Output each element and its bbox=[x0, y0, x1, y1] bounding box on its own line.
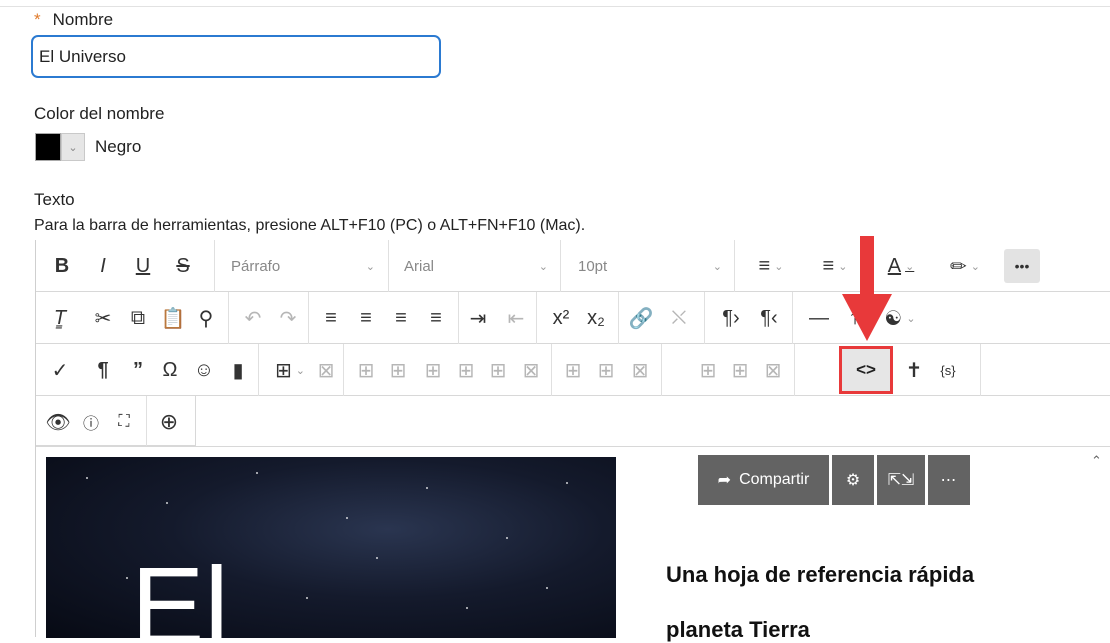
color-picker[interactable]: ⌄ bbox=[35, 133, 85, 163]
link-icon[interactable]: 🔗 bbox=[626, 301, 656, 335]
table-delete-icon[interactable]: ⊠ bbox=[314, 353, 338, 387]
color-label: Color del nombre bbox=[34, 104, 165, 123]
preview-icon[interactable]: 👁 bbox=[45, 405, 70, 439]
toolbar-hint: Para la barra de herramientas, presione … bbox=[34, 217, 586, 234]
table-col-before-icon[interactable]: ⊞ bbox=[421, 353, 445, 387]
highlight-color-icon[interactable]: ✏ ⌄ bbox=[940, 249, 990, 283]
redo-icon[interactable]: ↷ bbox=[276, 301, 300, 335]
table-row-after-icon[interactable]: ⊞ bbox=[386, 353, 410, 387]
red-arrow-icon bbox=[842, 236, 892, 341]
image-title: El bbox=[131, 545, 229, 639]
indent-icon[interactable]: ⇥ bbox=[466, 301, 490, 335]
superscript-icon[interactable]: x² bbox=[546, 301, 576, 335]
scroll-up-icon[interactable]: ⌃ bbox=[1091, 453, 1102, 469]
align-right-icon[interactable]: ≡ bbox=[389, 301, 413, 335]
add-content-icon[interactable]: ⊕ bbox=[154, 405, 184, 439]
table-rows-icon[interactable]: ⊞ bbox=[728, 353, 752, 387]
copy-icon[interactable]: ⧉ bbox=[126, 301, 150, 335]
table-col-after-icon[interactable]: ⊞ bbox=[454, 353, 478, 387]
color-value: Negro bbox=[95, 137, 142, 156]
align-justify-icon[interactable]: ≡ bbox=[424, 301, 448, 335]
bookmark-icon[interactable]: ▮ bbox=[226, 353, 250, 387]
toolbar-row-3: ✓ ¶ ” Ω ☺ ▮ ⊞ ⌄ ⊠ ⊞ ⊞ ⊞ ⊞ ⊞ ⊠ ⊞ ⊞ ⊠ ⊞ ⊞ ⊠… bbox=[36, 344, 1110, 396]
more-options-icon[interactable]: ••• bbox=[1004, 249, 1040, 283]
paste-icon[interactable]: 📋 bbox=[161, 301, 186, 335]
chevron-down-icon: ⌄ bbox=[365, 260, 375, 273]
paragraph-mark-icon[interactable]: ¶ bbox=[91, 353, 115, 387]
align-center-icon[interactable]: ≡ bbox=[354, 301, 378, 335]
reference-heading: Una hoja de referencia rápida bbox=[666, 562, 975, 587]
left-to-right-icon[interactable]: ¶› bbox=[716, 301, 746, 335]
spellcheck-icon[interactable]: ✓ bbox=[48, 353, 72, 387]
unlink-icon[interactable]: ⛌ bbox=[664, 301, 694, 335]
table-merge-icon[interactable]: ⊞ bbox=[486, 353, 510, 387]
table-icon[interactable]: ⊞ ⌄ bbox=[268, 353, 312, 387]
more-menu-icon[interactable]: ⋯ bbox=[928, 455, 970, 505]
paragraph-format-select[interactable]: Párrafo ⌄ bbox=[231, 250, 381, 282]
bold-icon[interactable]: B bbox=[50, 249, 74, 283]
font-family-select[interactable]: Arial ⌄ bbox=[404, 250, 554, 282]
font-size-select[interactable]: 10pt ⌄ bbox=[578, 250, 728, 282]
table-row-before-icon[interactable]: ⊞ bbox=[354, 353, 378, 387]
chevron-down-icon: ⌄ bbox=[712, 260, 722, 273]
strikethrough-icon[interactable]: S bbox=[171, 249, 195, 283]
table-cell-split-icon[interactable]: ⊠ bbox=[628, 353, 652, 387]
special-char-icon[interactable]: Ω bbox=[158, 353, 182, 387]
reference-heading-line-2: planeta Tierra bbox=[666, 617, 810, 642]
top-divider bbox=[0, 6, 1110, 7]
right-to-left-icon[interactable]: ¶‹ bbox=[754, 301, 784, 335]
math-icon[interactable]: {s} bbox=[934, 353, 962, 387]
fullscreen-icon[interactable]: ⛶ bbox=[112, 405, 136, 439]
outdent-icon[interactable]: ⇤ bbox=[504, 301, 528, 335]
horizontal-rule-icon[interactable]: — bbox=[804, 301, 834, 335]
subscript-icon[interactable]: x₂ bbox=[581, 301, 611, 335]
text-label: Texto bbox=[34, 190, 75, 209]
underline-icon[interactable]: U bbox=[131, 249, 155, 283]
required-mark: * bbox=[34, 10, 41, 29]
table-cols-icon[interactable]: ⊠ bbox=[761, 353, 785, 387]
accessibility-icon[interactable]: ✝ bbox=[902, 353, 926, 387]
cut-icon[interactable]: ✂ bbox=[91, 301, 115, 335]
help-icon[interactable]: ⓘ bbox=[79, 405, 103, 439]
chevron-down-icon: ⌄ bbox=[538, 260, 548, 273]
undo-icon[interactable]: ↶ bbox=[241, 301, 265, 335]
share-icon: ➦ bbox=[717, 472, 732, 489]
table-props-icon[interactable]: ⊞ bbox=[696, 353, 720, 387]
toolbar-row-4: 👁 ⓘ ⛶ ⊕ bbox=[36, 396, 196, 446]
table-cell-props-icon[interactable]: ⊞ bbox=[561, 353, 585, 387]
italic-icon[interactable]: I bbox=[91, 249, 115, 283]
blockquote-icon[interactable]: ” bbox=[126, 353, 150, 387]
emoji-icon[interactable]: ☺ bbox=[192, 353, 216, 387]
table-cell-merge-icon[interactable]: ⊞ bbox=[594, 353, 618, 387]
share-toolbar: ➦ Compartir ⚙ ⇱⇲ ⋯ bbox=[698, 455, 970, 505]
gear-icon[interactable]: ⚙ bbox=[832, 455, 874, 505]
name-label: * Nombre bbox=[34, 10, 114, 29]
name-input[interactable] bbox=[31, 35, 441, 78]
clear-format-icon[interactable]: T̳ bbox=[48, 301, 72, 335]
table-split-icon[interactable]: ⊠ bbox=[519, 353, 543, 387]
chevron-down-icon[interactable]: ⌄ bbox=[61, 133, 85, 161]
share-button[interactable]: ➦ Compartir bbox=[698, 455, 829, 505]
space-image: El bbox=[46, 457, 616, 638]
bullet-list-icon[interactable]: ≡ ⌄ bbox=[748, 249, 794, 283]
expand-icon[interactable]: ⇱⇲ bbox=[877, 455, 925, 505]
source-code-button[interactable]: <> bbox=[839, 346, 893, 394]
rich-text-editor: B I U S Párrafo ⌄ Arial ⌄ 10pt ⌄ ≡ ⌄ ≡ ⌄ A ⌄ ✏… bbox=[35, 240, 1110, 642]
editor-content[interactable]: El ➦ Compartir ⚙ ⇱⇲ ⋯ Una hoja de refere… bbox=[36, 446, 1110, 642]
align-left-icon[interactable]: ≡ bbox=[319, 301, 343, 335]
toolbar-row-1: B I U S Párrafo ⌄ Arial ⌄ 10pt ⌄ ≡ ⌄ ≡ ⌄ A ⌄ ✏… bbox=[36, 240, 1110, 292]
color-swatch[interactable] bbox=[35, 133, 61, 161]
find-icon[interactable]: ⚲ bbox=[194, 301, 218, 335]
toolbar-row-2: T̳ ✂ ⧉ 📋 ⚲ ↶ ↷ ≡ ≡ ≡ ≡ ⇥ ⇤ x² x₂ 🔗 ⛌ ¶› … bbox=[36, 292, 1110, 344]
